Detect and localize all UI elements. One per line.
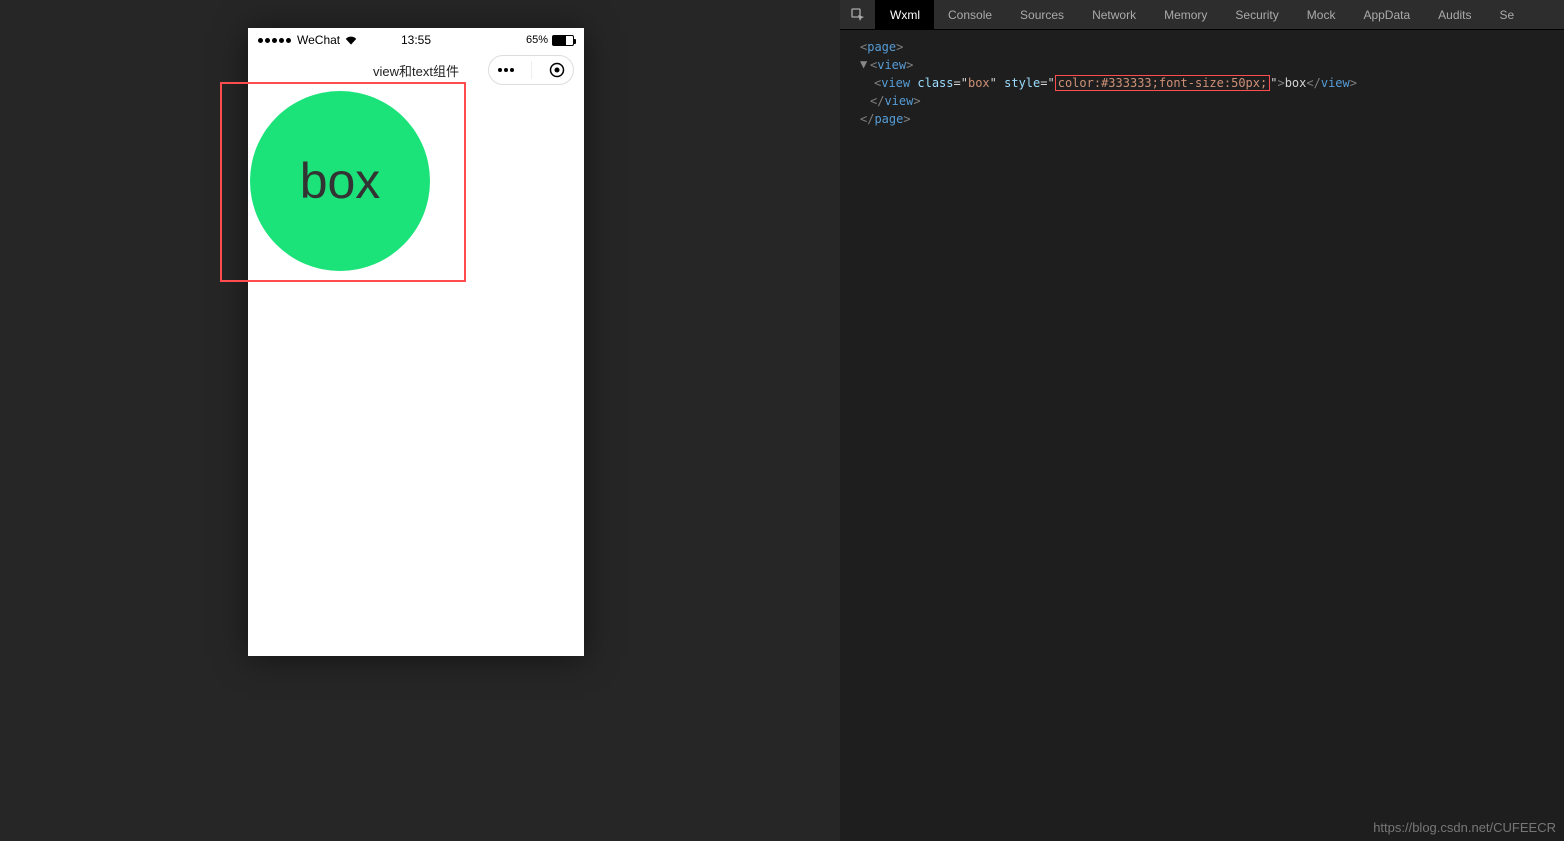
status-bar: WeChat 13:55 65% — [248, 28, 584, 52]
page-title: view和text组件 — [373, 61, 459, 80]
tab-console[interactable]: Console — [934, 0, 1006, 29]
carrier-label: WeChat — [297, 33, 340, 47]
box-text: box — [300, 152, 381, 210]
nav-bar: view和text组件 — [248, 52, 584, 88]
box-view[interactable]: box — [250, 91, 430, 271]
tab-security[interactable]: Security — [1221, 0, 1292, 29]
tab-audits[interactable]: Audits — [1424, 0, 1485, 29]
tab-mock[interactable]: Mock — [1293, 0, 1350, 29]
tab-network[interactable]: Network — [1078, 0, 1150, 29]
devtools-tabbar: Wxml Console Sources Network Memory Secu… — [840, 0, 1564, 30]
wxml-node-page-close[interactable]: </page> — [846, 110, 1558, 128]
wifi-icon — [344, 35, 358, 45]
tab-sources[interactable]: Sources — [1006, 0, 1078, 29]
wxml-node-page-open[interactable]: <page> — [846, 38, 1558, 56]
more-icon[interactable] — [497, 67, 515, 73]
clock-label: 13:55 — [401, 33, 431, 47]
wxml-node-inner-view[interactable]: <view class="box" style="color:#333333;f… — [846, 74, 1558, 92]
tab-more[interactable]: Se — [1486, 0, 1529, 29]
tab-memory[interactable]: Memory — [1150, 0, 1221, 29]
battery-percent-label: 65% — [526, 34, 548, 46]
devtools-panel: Wxml Console Sources Network Memory Secu… — [840, 0, 1564, 841]
phone-content[interactable]: box — [248, 88, 584, 656]
tab-wxml[interactable]: Wxml — [876, 0, 934, 29]
tab-appdata[interactable]: AppData — [1349, 0, 1424, 29]
phone-simulator: WeChat 13:55 65% view和text组件 box — [248, 28, 584, 656]
signal-strength-icon — [258, 38, 291, 43]
wxml-node-view-close[interactable]: </view> — [846, 92, 1558, 110]
status-right: 65% — [526, 34, 574, 46]
close-target-icon[interactable] — [549, 62, 565, 78]
battery-icon — [552, 35, 574, 46]
style-highlight: color:#333333;font-size:50px; — [1055, 75, 1271, 91]
wxml-node-view-open[interactable]: ▼<view> — [846, 56, 1558, 74]
watermark-label: https://blog.csdn.net/CUFEECR — [1373, 820, 1556, 835]
capsule-button[interactable] — [488, 55, 574, 85]
inspect-element-button[interactable] — [840, 0, 876, 29]
capsule-divider — [531, 61, 532, 79]
wxml-tree[interactable]: <page> ▼<view> <view class="box" style="… — [840, 30, 1564, 136]
